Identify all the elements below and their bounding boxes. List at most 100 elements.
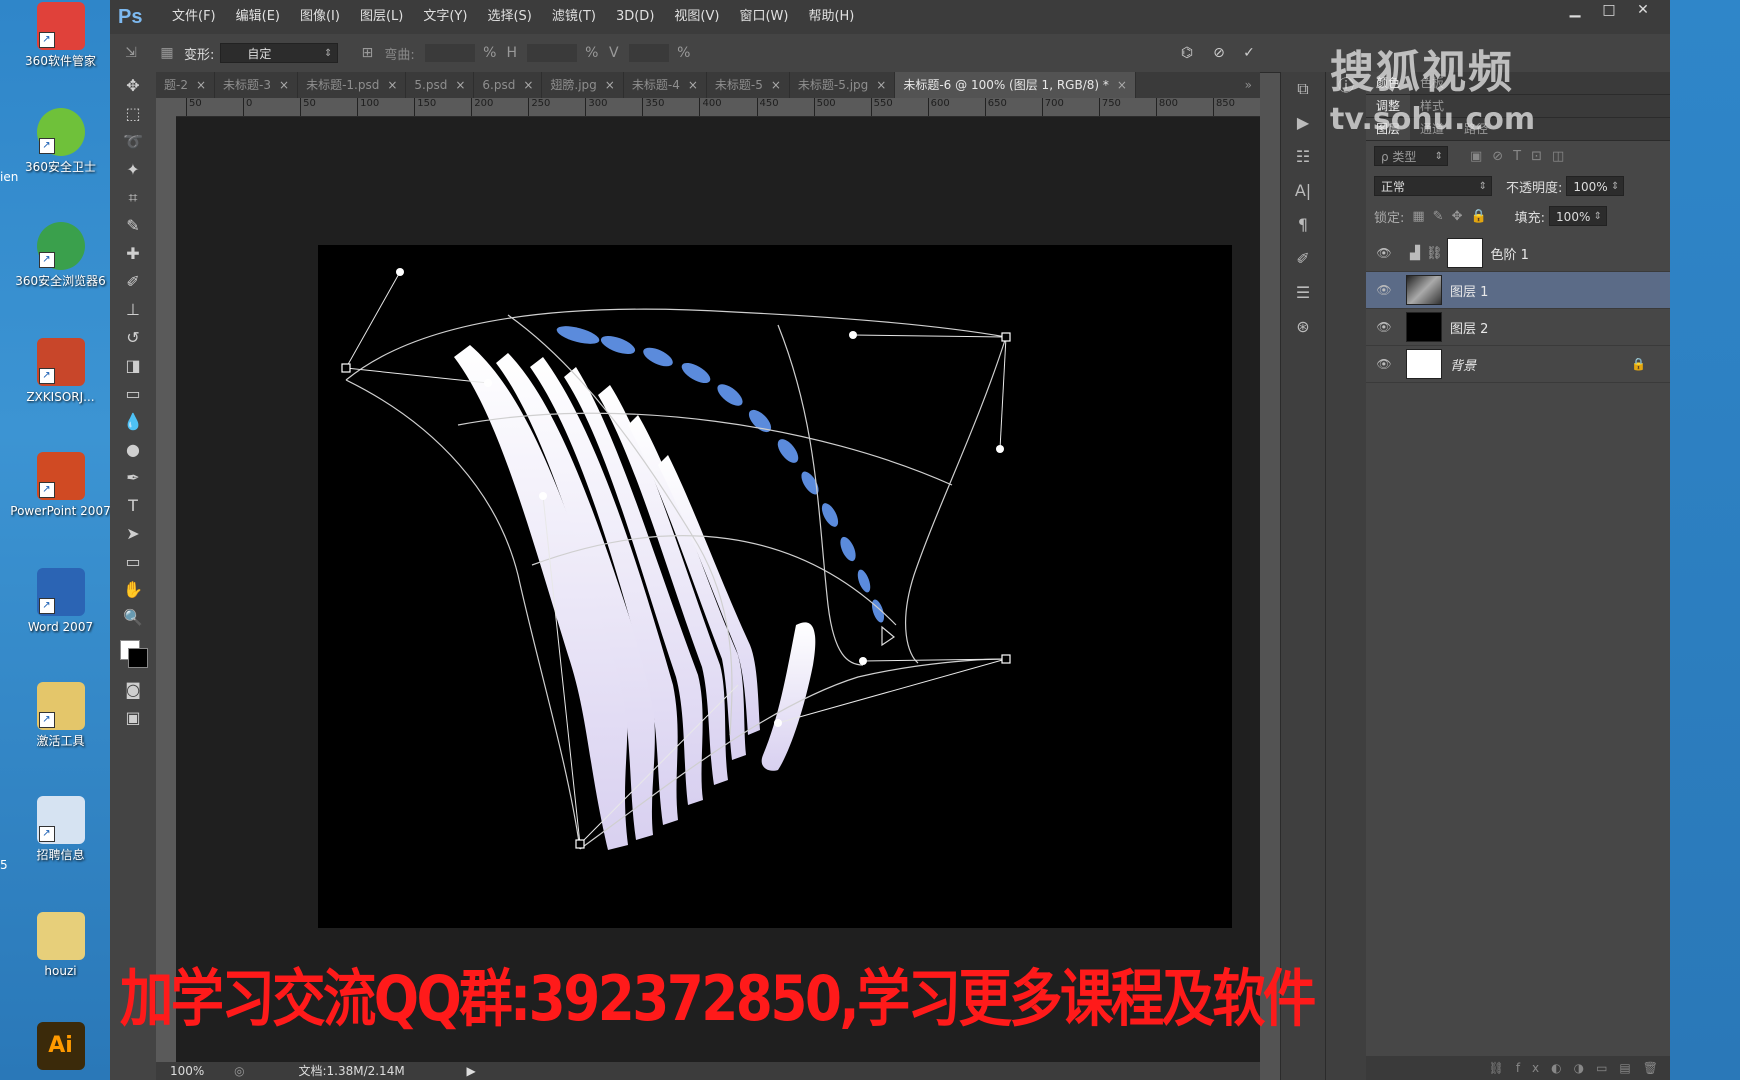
- close-tab-icon[interactable]: ×: [387, 78, 397, 92]
- desktop-icon-powerpoint[interactable]: ↗ PowerPoint 2007: [8, 452, 113, 519]
- marquee-tool-icon[interactable]: ⬚: [110, 100, 156, 128]
- desktop-icon-job-info[interactable]: ↗ 招聘信息: [8, 796, 113, 863]
- eye-icon[interactable]: 👁: [1372, 320, 1396, 334]
- menu-select[interactable]: 选择(S): [477, 0, 541, 34]
- maximize-button[interactable]: □: [1592, 0, 1626, 22]
- close-tab-icon[interactable]: ×: [605, 78, 615, 92]
- menu-edit[interactable]: 编辑(E): [226, 0, 290, 34]
- desktop-icon-word[interactable]: ↗ Word 2007: [8, 568, 113, 635]
- doc-tab[interactable]: 未标题-5 ×: [707, 72, 790, 98]
- fill-input[interactable]: 100%: [1549, 206, 1608, 227]
- path-selection-icon[interactable]: ➤: [110, 520, 156, 548]
- layer-row[interactable]: 👁 图层 2: [1366, 309, 1670, 346]
- close-tab-icon[interactable]: ×: [196, 78, 206, 92]
- healing-tool-icon[interactable]: ✚: [110, 240, 156, 268]
- menu-view[interactable]: 视图(V): [664, 0, 729, 34]
- brush-presets-icon[interactable]: ☰: [1281, 276, 1325, 310]
- gradient-tool-icon[interactable]: ▭: [110, 380, 156, 408]
- desktop-icon-zxkisorj[interactable]: ↗ ZXKISORJ...: [8, 338, 113, 405]
- doc-tab[interactable]: 题-2 ×: [156, 72, 216, 98]
- warp-artwork[interactable]: [318, 245, 1232, 928]
- menu-filter[interactable]: 滤镜(T): [542, 0, 606, 34]
- blend-mode-select[interactable]: 正常: [1374, 176, 1492, 197]
- doc-tab[interactable]: 未标题-4 ×: [624, 72, 707, 98]
- zoom-tool-icon[interactable]: 🔍: [110, 604, 156, 632]
- close-tab-icon[interactable]: ×: [876, 78, 886, 92]
- character-panel-icon[interactable]: A|: [1281, 174, 1325, 208]
- magic-wand-tool-icon[interactable]: ✦: [110, 156, 156, 184]
- dodge-tool-icon[interactable]: ●: [110, 436, 156, 464]
- menu-layer[interactable]: 图层(L): [350, 0, 413, 34]
- layer-row-selected[interactable]: 👁 图层 1: [1366, 272, 1670, 309]
- stamp-tool-icon[interactable]: ⊥: [110, 296, 156, 324]
- eye-icon[interactable]: 👁: [1372, 357, 1396, 371]
- close-tab-icon[interactable]: ×: [1117, 78, 1127, 92]
- h-distort-icon[interactable]: %: [479, 42, 501, 64]
- move-tool-icon[interactable]: ✥: [110, 72, 156, 100]
- cancel-transform-button[interactable]: ⊘: [1208, 42, 1230, 64]
- close-tab-icon[interactable]: ×: [523, 78, 533, 92]
- canvas-area[interactable]: [176, 117, 1260, 1062]
- eye-icon[interactable]: 👁: [1372, 283, 1396, 297]
- layer-footer-icons[interactable]: ⛓fx◐◑▭▤🗑: [1489, 1061, 1670, 1075]
- warp-grid-icon[interactable]: ▦: [156, 42, 178, 64]
- desktop-icon-illustrator[interactable]: Ai: [8, 1022, 113, 1074]
- bend-input[interactable]: [424, 44, 475, 62]
- orientation-icon[interactable]: ⊞: [356, 42, 378, 64]
- doc-tab[interactable]: 6.psd ×: [474, 72, 543, 98]
- brush-tool-icon[interactable]: ✐: [110, 268, 156, 296]
- color-swatches[interactable]: [110, 632, 156, 676]
- menu-file[interactable]: 文件(F): [162, 0, 226, 34]
- close-tab-icon[interactable]: ×: [279, 78, 289, 92]
- history-brush-icon[interactable]: ↺: [110, 324, 156, 352]
- screen-mode-icon[interactable]: ▣: [110, 704, 156, 732]
- close-tab-icon[interactable]: ×: [771, 78, 781, 92]
- clone-source-icon[interactable]: ⊛: [1281, 310, 1325, 344]
- doc-tab[interactable]: 翅膀.jpg ×: [542, 72, 624, 98]
- opacity-input[interactable]: 100%: [1566, 176, 1625, 197]
- doc-tab[interactable]: 未标题-5.jpg ×: [790, 72, 896, 98]
- paragraph-panel-icon[interactable]: ¶: [1281, 208, 1325, 242]
- v-distort-icon[interactable]: H: [501, 42, 523, 64]
- minimize-button[interactable]: ▁: [1558, 0, 1592, 22]
- desktop-icon-activation-tool[interactable]: ↗ 激活工具: [8, 682, 113, 749]
- layer-filter-select[interactable]: ρ 类型: [1374, 146, 1448, 167]
- zoom-level[interactable]: 100%: [170, 1064, 204, 1078]
- background-color-swatch[interactable]: [128, 648, 148, 668]
- document-canvas[interactable]: [318, 245, 1232, 928]
- blur-tool-icon[interactable]: 💧: [110, 408, 156, 436]
- menu-image[interactable]: 图像(I): [290, 0, 350, 34]
- vertical-ruler[interactable]: [156, 116, 177, 1062]
- close-button[interactable]: ✕: [1626, 0, 1660, 22]
- lasso-tool-icon[interactable]: ➰: [110, 128, 156, 156]
- status-icon[interactable]: ◎: [234, 1064, 244, 1078]
- status-menu-arrow-icon[interactable]: ▶: [467, 1064, 476, 1078]
- hand-tool-icon[interactable]: ✋: [110, 576, 156, 604]
- desktop-icon-360-security[interactable]: ↗ 360安全卫士: [8, 108, 113, 175]
- actions-panel-icon[interactable]: ▶: [1281, 106, 1325, 140]
- doc-tab[interactable]: 未标题-3 ×: [215, 72, 299, 98]
- commit-transform-button[interactable]: ✓: [1238, 42, 1260, 64]
- desktop-icon-houzi[interactable]: houzi: [8, 912, 113, 979]
- crop-tool-icon[interactable]: ⌗: [110, 184, 156, 212]
- history-panel-icon[interactable]: ⧉: [1281, 72, 1325, 106]
- layer-row[interactable]: 👁 ▟ ⛓ 色阶 1: [1366, 235, 1670, 272]
- switch-mode-icon[interactable]: ⌬: [1176, 42, 1198, 64]
- horizontal-ruler[interactable]: 50 0 50 100 150 200 250 300 350 400 450 500 550 600 65…: [176, 98, 1260, 117]
- eye-icon[interactable]: 👁: [1372, 246, 1396, 260]
- layer-comps-icon[interactable]: ☷: [1281, 140, 1325, 174]
- close-tab-icon[interactable]: ×: [455, 78, 465, 92]
- doc-tab[interactable]: 5.psd ×: [406, 72, 475, 98]
- shape-tool-icon[interactable]: ▭: [110, 548, 156, 576]
- menu-type[interactable]: 文字(Y): [413, 0, 477, 34]
- warp-style-select[interactable]: 自定: [220, 43, 339, 64]
- filter-icons[interactable]: ▣⊘T⊡◫: [1470, 149, 1574, 164]
- desktop-icon-360-browser[interactable]: ↗ 360安全浏览器6: [8, 222, 113, 289]
- eraser-tool-icon[interactable]: ◨: [110, 352, 156, 380]
- brush-panel-icon[interactable]: ✐: [1281, 242, 1325, 276]
- desktop-icon-360-software-manager[interactable]: ↗ 360软件管家: [8, 2, 113, 69]
- menu-window[interactable]: 窗口(W): [729, 0, 798, 34]
- more-tabs-icon[interactable]: »: [1237, 72, 1260, 98]
- doc-tab-active[interactable]: 未标题-6 @ 100% (图层 1, RGB/8) * ×: [895, 72, 1136, 98]
- layer-row[interactable]: 👁 背景 🔒: [1366, 346, 1670, 383]
